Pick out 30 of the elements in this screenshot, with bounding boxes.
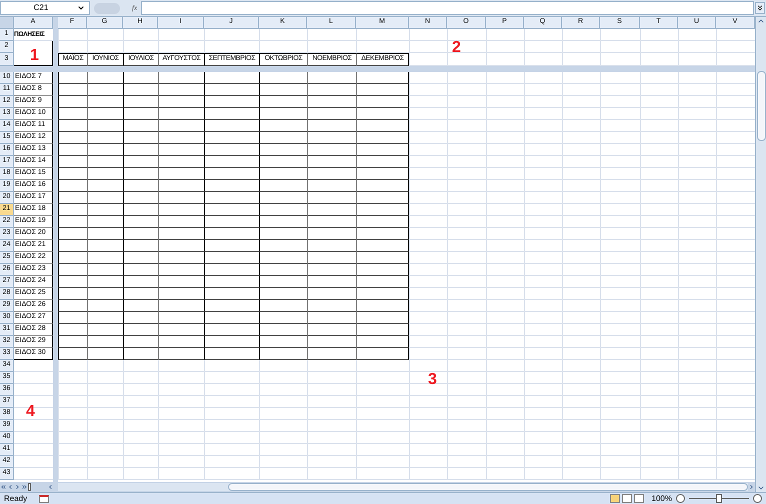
scroll-down-icon[interactable] bbox=[757, 484, 765, 492]
scroll-left-icon[interactable] bbox=[47, 483, 54, 491]
annotation-number: 4 bbox=[26, 402, 35, 422]
first-sheet-icon[interactable] bbox=[0, 483, 7, 491]
expand-button[interactable] bbox=[755, 2, 765, 14]
previous-sheet-icon[interactable] bbox=[6, 483, 14, 491]
zoom-in-icon[interactable] bbox=[753, 494, 762, 503]
vertical-scrollbar[interactable] bbox=[755, 17, 766, 492]
annotation-number: 2 bbox=[452, 38, 461, 58]
zoom-thumb[interactable] bbox=[716, 494, 722, 503]
name-box[interactable]: C21 bbox=[0, 1, 90, 15]
formula-input[interactable] bbox=[141, 1, 754, 15]
next-sheet-icon[interactable] bbox=[14, 483, 21, 491]
last-sheet-icon[interactable] bbox=[20, 483, 28, 491]
annotation-number: 3 bbox=[428, 370, 437, 390]
normal-view-icon[interactable] bbox=[610, 494, 620, 503]
scroll-up-icon[interactable] bbox=[757, 17, 765, 25]
status-text: Ready bbox=[4, 492, 28, 504]
page-layout-icon[interactable] bbox=[622, 494, 632, 503]
zoom-out-icon[interactable] bbox=[676, 494, 685, 503]
annotation-number: 1 bbox=[30, 46, 39, 66]
double-chevron-icon bbox=[756, 4, 764, 12]
scroll-right-icon[interactable] bbox=[748, 483, 755, 491]
zoom-percent[interactable]: 100% bbox=[652, 492, 672, 504]
select-all-corner[interactable] bbox=[0, 17, 14, 29]
page-break-icon[interactable] bbox=[634, 494, 644, 503]
zoom-slider[interactable] bbox=[689, 494, 749, 503]
macro-record-icon[interactable] bbox=[39, 494, 50, 502]
sheet-tab[interactable] bbox=[28, 483, 32, 491]
horizontal-scrollbar[interactable] bbox=[58, 483, 748, 491]
